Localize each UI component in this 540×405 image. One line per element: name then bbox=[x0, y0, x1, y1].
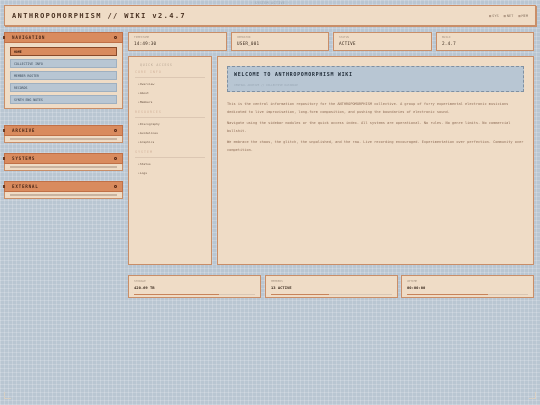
net-indicator: NET bbox=[504, 14, 514, 18]
quick-link-members[interactable]: Members bbox=[138, 100, 205, 104]
quick-section-system: SYSTEM bbox=[135, 150, 205, 158]
systems-panel-body bbox=[4, 164, 123, 171]
uptime-value: 00:00:00 bbox=[407, 285, 426, 290]
quick-link-status[interactable]: Status bbox=[138, 162, 205, 166]
navigation-panel-header[interactable]: NAVIGATION bbox=[3, 32, 123, 43]
welcome-title: WELCOME TO ANTHROPOMORPHISM WIKI bbox=[234, 72, 353, 78]
storage-value: 420.69 TB bbox=[134, 285, 155, 290]
archive-panel-title: ARCHIVE bbox=[12, 128, 36, 133]
external-panel: EXTERNAL bbox=[3, 181, 123, 199]
quick-section-core-info: CORE INFO bbox=[135, 70, 205, 78]
navigation-list: HOME COLLECTIVE INFO MEMBER ROSTER RECOR… bbox=[4, 43, 123, 109]
quick-link-logs[interactable]: Logs bbox=[138, 171, 205, 175]
build-label: BUILD bbox=[442, 35, 451, 39]
sys-indicator: SYS bbox=[489, 14, 499, 18]
systems-panel-header[interactable]: SYSTEMS bbox=[3, 153, 123, 164]
panel-toggle-icon[interactable] bbox=[114, 129, 117, 132]
uptime-card: UPTIME 00:00:00 bbox=[401, 275, 534, 298]
welcome-banner: WELCOME TO ANTHROPOMORPHISM WIKI CENTRAL… bbox=[227, 66, 524, 92]
panel-toggle-icon[interactable] bbox=[114, 36, 117, 39]
members-bar bbox=[271, 294, 392, 296]
nav-item-collective-info[interactable]: COLLECTIVE INFO bbox=[10, 59, 117, 68]
uptime-bar bbox=[407, 294, 528, 296]
uptime-label: UPTIME bbox=[407, 279, 418, 283]
nav-item-member-roster[interactable]: MEMBER ROSTER bbox=[10, 71, 117, 80]
uptime-bar-fill bbox=[407, 294, 489, 296]
members-bar-fill bbox=[271, 294, 330, 296]
status-card: STATUS ACTIVE bbox=[333, 32, 432, 51]
quick-access-title: QUICK ACCESS bbox=[140, 63, 173, 67]
quick-section-resources: RESOURCES bbox=[135, 110, 205, 118]
storage-bar-fill bbox=[134, 294, 219, 296]
timestamp-card: TIMESTAMP 14:49:30 bbox=[128, 32, 227, 51]
quick-link-discography[interactable]: Discography bbox=[138, 122, 205, 126]
members-card: MEMBERS 13 ACTIVE bbox=[265, 275, 398, 298]
app-title: ANTHROPOMORPHISM // WIKI v2.4.7 bbox=[12, 11, 187, 20]
timestamp-value: 14:49:30 bbox=[134, 42, 157, 47]
panel-toggle-icon[interactable] bbox=[114, 157, 117, 160]
quick-link-graphics[interactable]: Graphics bbox=[138, 140, 205, 144]
welcome-subtitle: CENTRAL ARCHIVE // COLLECTIVE DATABASE bbox=[234, 83, 298, 87]
storage-label: STORAGE bbox=[134, 279, 146, 283]
navigation-panel-title: NAVIGATION bbox=[12, 35, 46, 40]
intro-paragraph: This is the central information reposito… bbox=[227, 102, 509, 114]
panel-toggle-icon[interactable] bbox=[114, 185, 117, 188]
members-label: MEMBERS bbox=[271, 279, 283, 283]
quick-link-about[interactable]: About bbox=[138, 91, 205, 95]
archive-panel: ARCHIVE bbox=[3, 125, 123, 143]
navigation-panel: NAVIGATION HOME COLLECTIVE INFO MEMBER R… bbox=[3, 32, 123, 109]
app-header: ANTHROPOMORPHISM // WIKI v2.4.7 SYS NET … bbox=[4, 5, 536, 26]
members-value: 13 ACTIVE bbox=[271, 285, 292, 290]
frame-corner-bottom-left bbox=[4, 392, 11, 399]
nav-item-synth-eng-notes[interactable]: SYNTH ENG NOTES bbox=[10, 95, 117, 104]
quick-link-overview[interactable]: Overview bbox=[138, 82, 205, 86]
quick-link-guidelines[interactable]: Guidelines bbox=[138, 131, 205, 135]
navigation-paragraph: Navigate using the sidebar modules or th… bbox=[227, 121, 511, 133]
mem-indicator: MEM bbox=[518, 14, 529, 18]
status-value: ACTIVE bbox=[339, 42, 356, 47]
timestamp-label: TIMESTAMP bbox=[134, 35, 150, 39]
archive-panel-body bbox=[4, 136, 123, 143]
nav-item-records[interactable]: RECORDS bbox=[10, 83, 117, 92]
status-label: STATUS bbox=[339, 35, 350, 39]
external-panel-body bbox=[4, 192, 123, 199]
nav-item-home[interactable]: HOME bbox=[10, 47, 117, 56]
main-content: WELCOME TO ANTHROPOMORPHISM WIKI CENTRAL… bbox=[217, 56, 534, 265]
operator-value: USER_001 bbox=[237, 42, 260, 47]
quick-access-panel: QUICK ACCESS CORE INFO Overview About Me… bbox=[128, 56, 212, 265]
archive-panel-header[interactable]: ARCHIVE bbox=[3, 125, 123, 136]
manifesto-paragraph: We embrace the chaos, the glitch, the un… bbox=[227, 140, 524, 152]
operator-label: OPERATOR bbox=[237, 35, 251, 39]
frame-corner-bottom-right bbox=[529, 392, 536, 399]
header-indicators: SYS NET MEM bbox=[489, 14, 528, 18]
operator-card: OPERATOR USER_001 bbox=[231, 32, 329, 51]
build-card: BUILD 2.4.7 bbox=[436, 32, 534, 51]
external-panel-header[interactable]: EXTERNAL bbox=[3, 181, 123, 192]
storage-card: STORAGE 420.69 TB bbox=[128, 275, 261, 298]
external-panel-title: EXTERNAL bbox=[12, 184, 39, 189]
build-value: 2.4.7 bbox=[442, 42, 456, 47]
systems-panel-title: SYSTEMS bbox=[12, 156, 36, 161]
systems-panel: SYSTEMS bbox=[3, 153, 123, 171]
storage-bar bbox=[134, 294, 255, 296]
